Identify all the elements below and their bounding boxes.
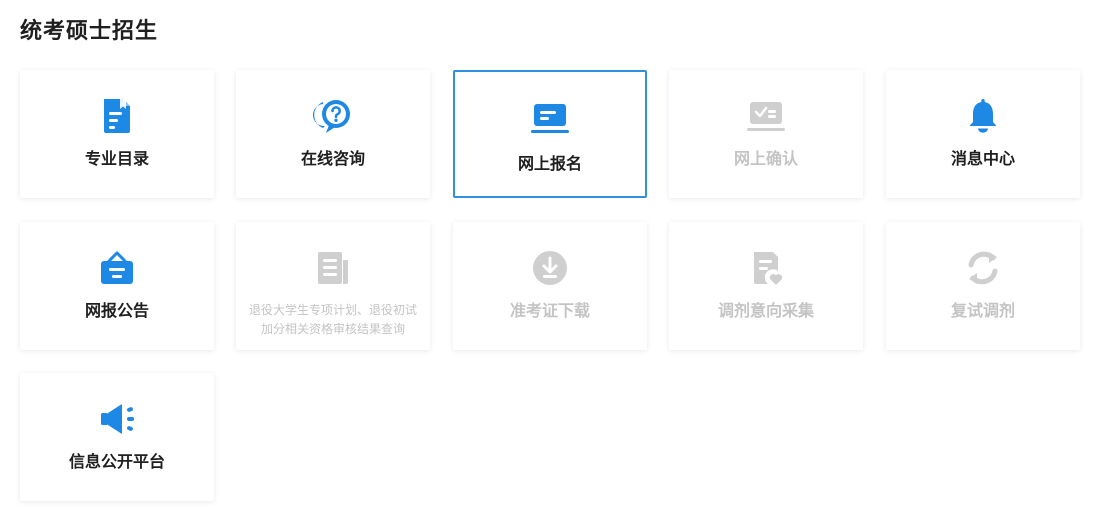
tile-label: 信息公开平台	[68, 452, 165, 471]
laptop-form-icon	[530, 98, 570, 138]
document-bookmark-icon	[97, 96, 137, 136]
download-circle-icon	[530, 248, 570, 288]
tile-label: 在线咨询	[300, 149, 365, 168]
document-heart-icon	[746, 248, 786, 288]
newspaper-icon	[313, 248, 353, 288]
tile-label: 退役大学生专项计划、退役初试加分相关资格审核结果查询	[248, 303, 417, 336]
tile-online-consult[interactable]: 在线咨询	[236, 70, 430, 198]
tile-label: 专业目录	[84, 149, 149, 168]
tile-registration-notice[interactable]: 网报公告	[20, 222, 214, 350]
megaphone-icon	[97, 399, 137, 439]
tile-veteran-review-query: 退役大学生专项计划、退役初试加分相关资格审核结果查询	[236, 222, 430, 350]
question-chat-icon	[313, 96, 353, 136]
tile-adjustment-intent: 调剂意向采集	[669, 222, 863, 350]
tile-admission-ticket-download: 准考证下载	[453, 222, 647, 350]
laptop-check-icon	[746, 96, 786, 136]
tile-label: 网报公告	[84, 301, 149, 320]
tile-label: 准考证下载	[509, 301, 590, 320]
tile-online-registration[interactable]: 网上报名	[453, 70, 647, 198]
refresh-icon	[963, 248, 1003, 288]
tile-message-center[interactable]: 消息中心	[886, 70, 1080, 198]
tile-label: 调剂意向采集	[717, 301, 814, 320]
tile-label: 消息中心	[950, 149, 1015, 168]
page-title: 统考硕士招生	[20, 19, 159, 44]
bell-icon	[963, 96, 1003, 136]
tile-retest-adjustment: 复试调剂	[886, 222, 1080, 350]
tile-info-disclosure-platform[interactable]: 信息公开平台	[20, 373, 214, 501]
tile-label: 网上报名	[517, 154, 582, 173]
tile-label: 复试调剂	[950, 301, 1015, 320]
notice-board-icon	[97, 248, 137, 288]
tile-online-confirmation: 网上确认	[669, 70, 863, 198]
tile-label: 网上确认	[733, 149, 798, 168]
tile-major-catalog[interactable]: 专业目录	[20, 70, 214, 198]
